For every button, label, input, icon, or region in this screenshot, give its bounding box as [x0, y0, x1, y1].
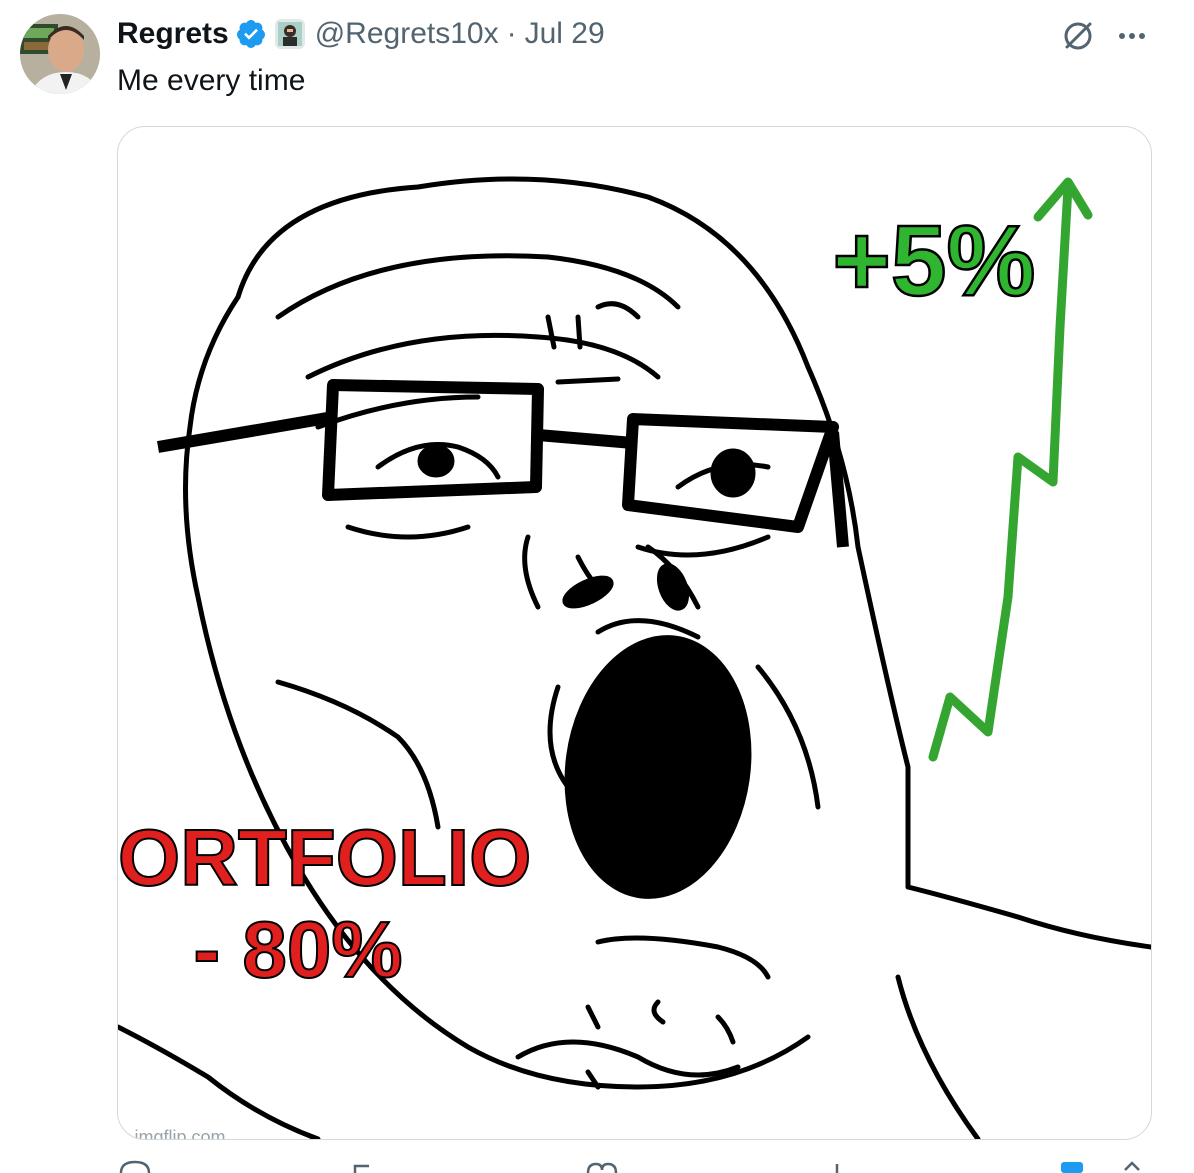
display-name[interactable]: Regrets [117, 17, 229, 51]
share-icon[interactable] [1117, 1158, 1147, 1173]
action-bar [117, 1158, 1150, 1173]
reply-icon[interactable] [117, 1158, 157, 1173]
gain-label: +5% [833, 205, 1036, 317]
avatar-image [20, 14, 100, 94]
tweet-text: Me every time [117, 64, 306, 97]
repost-icon[interactable] [347, 1158, 387, 1173]
verified-badge-icon [235, 18, 267, 50]
more-icon[interactable] [1112, 16, 1152, 56]
watermark: imgflip.com [134, 1127, 225, 1139]
tweet-header: Regrets @Regrets10x · Jul 29 [117, 14, 605, 54]
views-icon[interactable] [817, 1158, 857, 1173]
bookmark-icon[interactable] [1057, 1158, 1087, 1173]
user-handle[interactable]: @Regrets10x [315, 17, 499, 51]
meme-drawing: +5% PORTFOLIO - 80% imgflip.com [118, 176, 1151, 1139]
affiliate-badge-icon[interactable] [274, 19, 305, 49]
avatar[interactable] [20, 14, 100, 94]
separator-dot: · [506, 17, 517, 50]
tweet-media-image[interactable]: +5% PORTFOLIO - 80% imgflip.com [117, 126, 1152, 1140]
loss-label-line2: - 80% [194, 905, 403, 994]
like-icon[interactable] [582, 1158, 622, 1173]
loss-label-line1: PORTFOLIO [118, 813, 531, 902]
grok-icon[interactable] [1058, 16, 1098, 56]
tweet-date[interactable]: Jul 29 [525, 17, 605, 51]
